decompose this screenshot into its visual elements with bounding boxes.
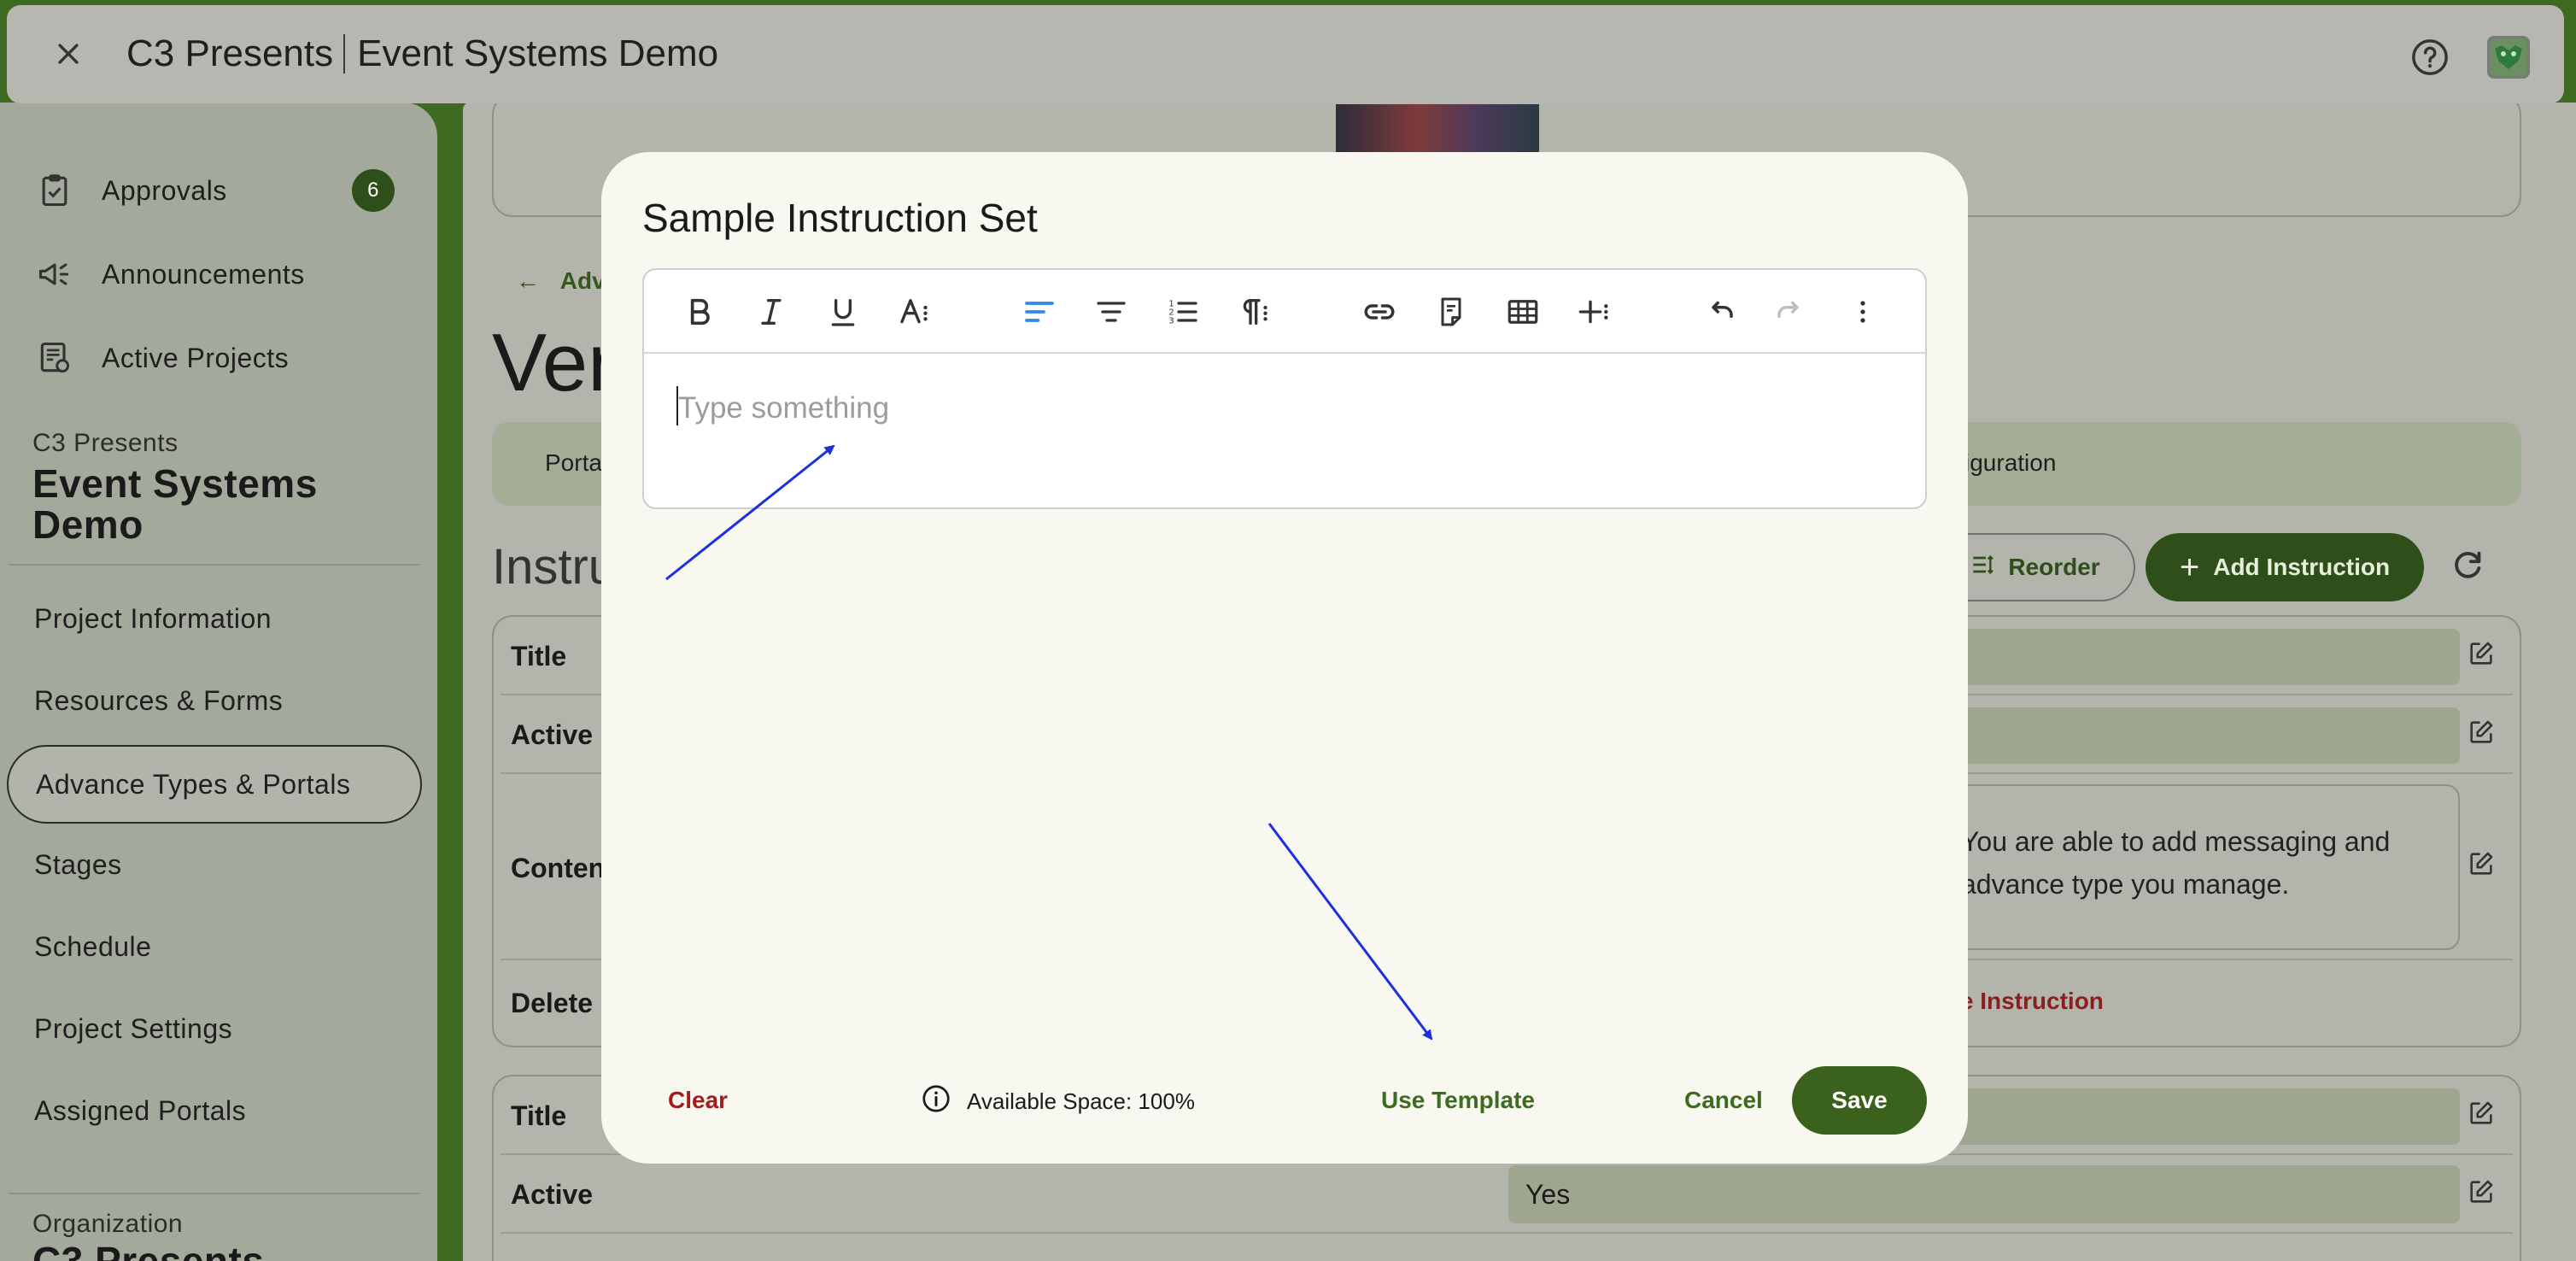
active-value	[1922, 707, 2460, 764]
sidebar-item-schedule[interactable]: Schedule	[34, 931, 151, 963]
sidebar: Approvals 6 Announcements Active Project…	[0, 103, 437, 1261]
edit-icon[interactable]	[2467, 718, 2496, 747]
undo-icon[interactable]	[1700, 292, 1739, 331]
align-left-icon[interactable]	[1020, 292, 1059, 331]
organization-title: C3 Presents	[32, 1239, 265, 1261]
add-instruction-button[interactable]: + Add Instruction	[2146, 533, 2424, 601]
sidebar-item-approvals[interactable]: Approvals 6	[0, 152, 437, 229]
paragraph-icon[interactable]	[1235, 292, 1274, 331]
hero-image	[1336, 104, 1539, 152]
sidebar-item-label: Approvals	[102, 174, 227, 206]
row-divider	[501, 1232, 2513, 1234]
editor-input[interactable]: Type something	[678, 391, 889, 425]
available-space-indicator: Available Space: 100%	[921, 1083, 1195, 1120]
arrow-left-icon: ←	[516, 267, 540, 294]
sidebar-divider	[9, 564, 420, 566]
sidebar-item-advance-types-portals[interactable]: Advance Types & Portals	[7, 745, 422, 824]
info-icon	[921, 1083, 951, 1120]
tab-configuration[interactable]: iguration	[1964, 449, 2056, 477]
row-label-delete: Delete	[511, 988, 594, 1018]
insert-more-icon[interactable]	[1575, 292, 1614, 331]
reorder-label: Reorder	[2008, 554, 2100, 580]
link-icon[interactable]	[1360, 292, 1399, 331]
save-button[interactable]: Save	[1792, 1066, 1927, 1135]
align-center-icon[interactable]	[1092, 292, 1131, 331]
active-value	[1508, 1165, 2460, 1223]
content-line: You are able to add messaging and	[1961, 826, 2391, 857]
sidebar-item-project-information[interactable]: Project Information	[34, 603, 272, 635]
sidebar-item-label: Announcements	[102, 258, 305, 290]
content-value: You are able to add messaging and advanc…	[1922, 784, 2460, 950]
megaphone-icon	[36, 255, 73, 293]
sidebar-item-label: Active Projects	[102, 342, 290, 373]
svg-text:3: 3	[1168, 316, 1174, 326]
bold-icon[interactable]	[680, 292, 719, 331]
sidebar-item-label: Advance Types & Portals	[36, 768, 351, 800]
clear-button[interactable]: Clear	[668, 1087, 728, 1114]
cancel-button[interactable]: Cancel	[1684, 1087, 1763, 1114]
avatar[interactable]	[2487, 36, 2530, 79]
underline-icon[interactable]	[823, 292, 863, 331]
close-icon[interactable]	[48, 33, 89, 74]
redo-icon	[1771, 292, 1811, 331]
plus-icon: +	[2179, 548, 2200, 586]
sidebar-item-assigned-portals[interactable]: Assigned Portals	[34, 1095, 246, 1127]
row-label-active: Active	[511, 1179, 594, 1210]
title-value	[1922, 629, 2460, 685]
top-app-bar: C3 Presents Event Systems Demo	[7, 5, 2564, 103]
sidebar-item-project-settings[interactable]: Project Settings	[34, 1013, 232, 1045]
dialog-title: Sample Instruction Set	[642, 196, 1038, 240]
reorder-icon	[1969, 551, 1996, 584]
available-space-text: Available Space: 100%	[967, 1088, 1195, 1114]
organization-label: Organization	[32, 1210, 184, 1238]
edit-icon[interactable]	[2467, 1099, 2496, 1128]
section-heading: Instru	[492, 539, 617, 595]
table-icon[interactable]	[1503, 292, 1543, 331]
title-separator	[343, 34, 346, 73]
row-label-active: Active	[511, 719, 594, 750]
project-title-line2: Demo	[32, 502, 143, 547]
project-title: Event Systems Demo	[32, 463, 318, 545]
content-line: advance type you manage.	[1961, 869, 2290, 900]
text-size-icon[interactable]	[895, 292, 934, 331]
project-org-label: C3 Presents	[32, 429, 179, 457]
more-vertical-icon[interactable]	[1843, 292, 1882, 331]
row-label-title: Title	[511, 1100, 567, 1131]
project-name: Event Systems Demo	[357, 32, 719, 74]
refresh-icon[interactable]	[2448, 547, 2487, 586]
row-label-content: Content	[511, 853, 614, 883]
instruction-dialog: Sample Instruction Set 123 Type somethin…	[601, 152, 1968, 1164]
page-title: Ver	[492, 317, 616, 408]
edit-icon[interactable]	[2467, 1177, 2496, 1206]
sidebar-divider	[9, 1193, 420, 1194]
active-value-text: Yes	[1525, 1179, 1571, 1210]
editor-toolbar: 123	[644, 270, 1925, 354]
sidebar-item-stages[interactable]: Stages	[34, 849, 122, 881]
insert-document-icon[interactable]	[1431, 292, 1471, 331]
projects-icon	[36, 339, 73, 377]
approvals-count-badge: 6	[352, 169, 395, 212]
edit-icon[interactable]	[2467, 849, 2496, 878]
italic-icon[interactable]	[752, 292, 791, 331]
sidebar-item-active-projects[interactable]: Active Projects	[0, 320, 437, 396]
help-icon[interactable]	[2410, 38, 2450, 77]
edit-icon[interactable]	[2467, 639, 2496, 668]
title-value	[1922, 1088, 2460, 1145]
sidebar-item-announcements[interactable]: Announcements	[0, 236, 437, 313]
tab-portals[interactable]: Porta	[545, 449, 602, 477]
project-title-line1: Event Systems	[32, 461, 318, 506]
use-template-button[interactable]: Use Template	[1381, 1087, 1535, 1114]
row-label-title: Title	[511, 641, 567, 672]
rich-text-editor: 123 Type something	[642, 268, 1927, 509]
add-instruction-label: Add Instruction	[2213, 554, 2391, 580]
app-title: C3 Presents Event Systems Demo	[126, 32, 718, 75]
sidebar-item-resources-forms[interactable]: Resources & Forms	[34, 685, 283, 717]
numbered-list-icon[interactable]: 123	[1163, 292, 1203, 331]
org-name: C3 Presents	[126, 32, 334, 74]
clipboard-check-icon	[36, 172, 73, 209]
